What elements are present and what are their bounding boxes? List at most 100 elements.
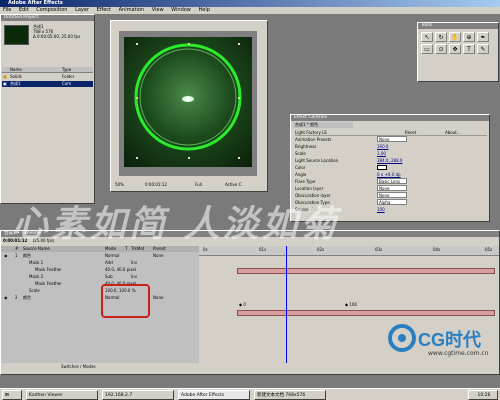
menu-composition[interactable]: Composition (36, 7, 67, 13)
layer-mode[interactable]: Add (105, 260, 113, 266)
layer-mode[interactable]: Normal (105, 253, 119, 259)
col-source-name: Source Name (23, 246, 50, 251)
fx-label: Flare Type (295, 179, 316, 184)
layer-row[interactable]: ◉ 1 颜色 Normal None (1, 253, 199, 259)
camera-select[interactable]: Active C (225, 181, 241, 189)
layer-trk[interactable]: Inv (131, 274, 137, 280)
taskbar-item[interactable]: Kadhen Viewer (26, 390, 98, 400)
fx-reset-link[interactable]: Reset (405, 129, 416, 136)
switches-modes-toggle[interactable]: Switches / Modes (61, 364, 96, 369)
fx-row: Brightness 100.0 (295, 143, 487, 150)
eye-icon[interactable]: ◉ (4, 253, 8, 259)
logo-text: CG时代 (418, 330, 481, 350)
ruler-tick: 02s (317, 247, 325, 252)
ruler-tick: 0s (203, 247, 208, 252)
fx-row: Color (295, 164, 487, 171)
col-trkmat: TrkMat (131, 246, 145, 251)
brightness-value[interactable]: 100.0 (377, 143, 388, 150)
layer-name: Mask 2 (29, 274, 44, 279)
location-layer-select[interactable]: None (377, 185, 407, 191)
layer-parent[interactable]: None (153, 295, 163, 301)
layer-name: Mask Feather (35, 281, 62, 286)
layer-parent[interactable]: None (153, 253, 163, 259)
menu-file[interactable]: File (3, 7, 11, 13)
menu-effect[interactable]: Effect (97, 7, 111, 13)
project-row[interactable]: ■ Solids Folder (2, 74, 93, 80)
menu-view[interactable]: View (152, 7, 164, 13)
orbit-camera-icon[interactable]: ⊙ (435, 44, 447, 54)
menu-animation[interactable]: Animation (119, 7, 145, 13)
angle-value[interactable]: 0 x +0.0 dp (377, 171, 401, 178)
layer-row[interactable]: Scale 100.0, 100.0 % (1, 288, 199, 294)
keyframe-start[interactable]: ◆ 0 (239, 302, 246, 307)
ruler-tick: 04s (433, 247, 441, 252)
fx-label: Location layer (295, 186, 324, 191)
layer-name: Scale (29, 288, 40, 293)
effects-layer-tab[interactable]: 合成1 * 颜色 (293, 122, 353, 128)
keyframe-value: 100 (349, 302, 357, 307)
ruler-tick: 05s (485, 247, 493, 252)
eye-icon[interactable]: ◉ (4, 295, 8, 301)
zoom-select[interactable]: 50% (115, 181, 124, 189)
fx-label: Scale (295, 151, 306, 156)
layer-mode[interactable]: Sub (105, 274, 113, 280)
layer-row[interactable]: Mask 2 Sub Inv (1, 274, 199, 280)
layer-row[interactable]: Mask Feather 40.0, 40.0 pixel (1, 267, 199, 273)
timeline-footer: Switches / Modes (1, 363, 499, 371)
flare-type-select[interactable]: Basic Lens (377, 178, 407, 184)
layer-number: 2 (15, 295, 18, 300)
layer-mode[interactable]: 40.0, 40.0 pixel (105, 267, 136, 273)
menu-help[interactable]: Help (198, 7, 209, 13)
col-mode: Mode (105, 246, 116, 251)
resolution-select[interactable]: Full (195, 181, 202, 189)
ruler-tick: 03s (375, 247, 383, 252)
zoom-tool-icon[interactable]: ⊕ (463, 32, 475, 42)
logo-url: www.cgtime.com.cn (428, 350, 489, 357)
project-row-name: Solids (10, 74, 22, 79)
comp-timecode[interactable]: 0:00:01:12 (145, 181, 167, 189)
layer-row[interactable]: Mask 1 Add Inv (1, 260, 199, 266)
color-swatch[interactable] (377, 165, 387, 170)
layer-row[interactable]: Mask Feather 40.0, 40.0 pixel (1, 281, 199, 287)
rotate-tool-icon[interactable]: ↻ (435, 32, 447, 42)
col-type[interactable]: Type (62, 67, 71, 73)
layer-row[interactable]: ◉ 2 颜色 Normal None (1, 295, 199, 301)
layer-duration-bar[interactable] (237, 268, 495, 274)
text-tool-icon[interactable]: T (463, 44, 475, 54)
selection-tool-icon[interactable]: ↖ (421, 32, 433, 42)
project-row-name: 合成1 (10, 81, 21, 86)
layer-duration-bar[interactable] (237, 310, 495, 316)
taskbar-item[interactable]: 192.168.2.7 (102, 390, 174, 400)
site-logo: CG时代 www.cgtime.com.cn (388, 320, 500, 360)
fx-label: Angle (295, 172, 307, 177)
mask-tool-icon[interactable]: ▭ (421, 44, 433, 54)
taskbar-item[interactable]: Adobe After Effects (178, 390, 250, 400)
comp-viewer[interactable] (124, 37, 252, 167)
brush-tool-icon[interactable]: ✎ (477, 44, 489, 54)
fx-label: Color (295, 165, 306, 170)
col-name[interactable]: Name (10, 67, 22, 73)
menu-window[interactable]: Window (171, 7, 191, 13)
hand-tool-icon[interactable]: ✋ (449, 32, 461, 42)
menu-edit[interactable]: Edit (19, 7, 29, 13)
taskbar-item[interactable]: 新建文本文档 768x576 (254, 390, 326, 400)
col-parent: Parent (153, 246, 166, 251)
fx-row: Flare Type Basic Lens (295, 178, 487, 185)
fx-about-link[interactable]: About... (445, 129, 461, 136)
scale-value[interactable]: 1.00 (377, 150, 386, 157)
pan-behind-icon[interactable]: ✥ (449, 44, 461, 54)
layer-number: 1 (15, 253, 18, 258)
time-ruler[interactable]: 0s 01s 02s 03s 04s 05s (199, 246, 499, 256)
effects-title[interactable]: Effect Controls (291, 115, 489, 121)
animation-presets-select[interactable]: None (377, 136, 407, 142)
keyframe-end[interactable]: ◆ 100 (345, 302, 357, 307)
keyframe-value: 0 (243, 302, 246, 307)
project-row[interactable]: ▣ 合成1 Com (2, 81, 93, 87)
start-button[interactable]: ⊞ (2, 390, 22, 400)
project-title[interactable]: Untitled Project (1, 15, 94, 21)
layer-trk[interactable]: Inv (131, 260, 137, 266)
light-source-value[interactable]: 384.0, 288.0 (377, 157, 402, 164)
pen-tool-icon[interactable]: ✒ (477, 32, 489, 42)
menu-layer[interactable]: Layer (75, 7, 89, 13)
current-time-indicator[interactable] (286, 246, 287, 363)
